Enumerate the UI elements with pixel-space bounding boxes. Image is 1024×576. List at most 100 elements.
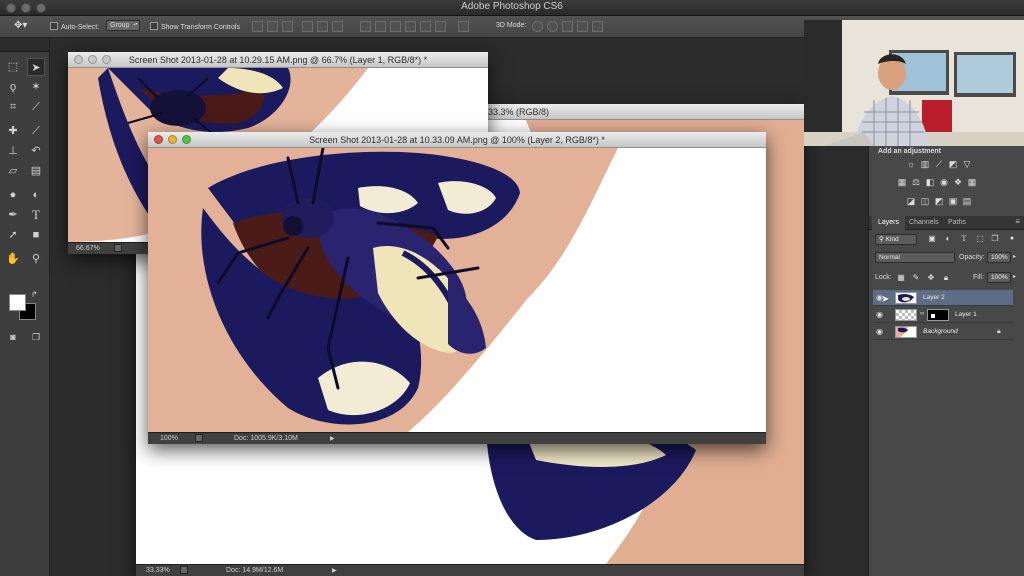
invert-icon[interactable]: ◪ [906, 196, 916, 206]
threshold-icon[interactable]: ◩ [934, 196, 944, 206]
foreground-color-swatch[interactable] [9, 294, 26, 311]
channel-mixer-icon[interactable]: ❖ [953, 177, 963, 187]
chain-link-icon[interactable]: ∞ [920, 311, 924, 317]
path-selection-tool-icon[interactable]: ➚ [4, 226, 22, 244]
3d-rotate-icon[interactable] [532, 21, 543, 32]
eye-icon[interactable]: ◉ [876, 328, 885, 336]
pen-tool-icon[interactable]: ✒ [4, 206, 22, 224]
hue-saturation-icon[interactable]: ▦ [897, 177, 907, 187]
screen-mode-icon[interactable]: ❐ [27, 328, 45, 346]
filter-toggle-icon[interactable]: ● [1007, 234, 1017, 244]
selective-color-icon[interactable]: ▣ [948, 196, 958, 206]
opacity-arrow-icon[interactable]: ▸ [1013, 253, 1016, 260]
filter-kind-dropdown[interactable]: ⚲ Kind [875, 234, 917, 245]
distribute-bottom-icon[interactable] [390, 21, 401, 32]
export-icon[interactable] [195, 434, 203, 442]
align-hcenter-icon[interactable] [317, 21, 328, 32]
move-tool-icon[interactable]: ➤ [27, 58, 45, 76]
distribute-right-icon[interactable] [435, 21, 446, 32]
filter-type-icon[interactable]: T [959, 234, 969, 244]
eye-icon[interactable]: ◉ [876, 311, 885, 319]
tools-panel-header[interactable] [0, 38, 49, 52]
curves-icon[interactable]: ⟋ [934, 159, 944, 169]
type-tool-icon[interactable]: T [27, 206, 45, 224]
history-brush-tool-icon[interactable]: ↶ [27, 142, 45, 160]
vibrance-icon[interactable]: ▽ [962, 159, 972, 169]
photo-filter-icon[interactable]: ◉ [939, 177, 949, 187]
healing-brush-tool-icon[interactable]: ✚ [4, 122, 22, 140]
posterize-icon[interactable]: ◫ [920, 196, 930, 206]
fill-input[interactable]: 100% [987, 272, 1011, 283]
align-left-icon[interactable] [302, 21, 313, 32]
lasso-tool-icon[interactable]: ϙ [4, 78, 22, 96]
lock-transparent-icon[interactable]: ▦ [896, 273, 906, 283]
fill-arrow-icon[interactable]: ▸ [1013, 273, 1016, 280]
export-icon[interactable] [180, 566, 188, 574]
filter-pixel-icon[interactable]: ▣ [927, 234, 937, 244]
3d-slide-icon[interactable] [577, 21, 588, 32]
eyedropper-tool-icon[interactable]: ⟋ [27, 98, 45, 116]
distribute-vcenter-icon[interactable] [375, 21, 386, 32]
rectangle-tool-icon[interactable]: ■ [27, 226, 45, 244]
gradient-map-icon[interactable]: ▤ [962, 196, 972, 206]
distribute-left-icon[interactable] [405, 21, 416, 32]
exposure-icon[interactable]: ◩ [948, 159, 958, 169]
align-vcenter-icon[interactable] [267, 21, 278, 32]
color-balance-icon[interactable]: ⚖ [911, 177, 921, 187]
tab-layers[interactable]: Layers [872, 216, 906, 230]
close-doc-button[interactable] [74, 55, 83, 64]
3d-scale-icon[interactable] [592, 21, 603, 32]
auto-select-checkbox[interactable]: Auto-Select: [50, 22, 99, 31]
status-arrow-icon[interactable]: ▶ [330, 435, 335, 442]
blur-tool-icon[interactable]: ● [4, 186, 22, 204]
export-icon[interactable] [114, 244, 122, 252]
black-white-icon[interactable]: ◧ [925, 177, 935, 187]
swap-colors-icon[interactable]: ↱ [31, 290, 38, 299]
3d-roll-icon[interactable] [547, 21, 558, 32]
blend-mode-dropdown[interactable]: Normal [875, 252, 955, 263]
quick-mask-icon[interactable]: ◙ [4, 328, 22, 346]
magic-wand-tool-icon[interactable]: ✶ [27, 78, 45, 96]
tab-paths[interactable]: Paths [942, 216, 972, 230]
brightness-icon[interactable]: ☼ [906, 159, 916, 169]
show-transform-checkbox[interactable]: Show Transform Controls [150, 22, 240, 31]
brush-tool-icon[interactable]: ⟋ [27, 122, 45, 140]
move-tool-preset-icon[interactable]: ✥▾ [14, 20, 27, 31]
align-right-icon[interactable] [332, 21, 343, 32]
auto-align-icon[interactable] [458, 21, 469, 32]
dodge-tool-icon[interactable]: ◐ [27, 186, 45, 204]
status-arrow-icon[interactable]: ▶ [332, 567, 337, 574]
tab-channels[interactable]: Channels [903, 216, 945, 230]
document-title-bar[interactable]: Screen Shot 2013-01-28 at 10.33.09 AM.pn… [148, 132, 766, 148]
hand-tool-icon[interactable]: ✋ [4, 250, 22, 268]
zoom-doc-button[interactable] [182, 135, 191, 144]
color-lookup-icon[interactable]: ▦ [967, 177, 977, 187]
document-title-bar[interactable]: Screen Shot 2013-01-28 at 10.29.15 AM.pn… [68, 52, 488, 68]
levels-icon[interactable]: ▥ [920, 159, 930, 169]
distribute-top-icon[interactable] [360, 21, 371, 32]
layer-row-layer-2[interactable]: ◉ Layer 2 [873, 290, 1013, 306]
zoom-doc-button[interactable] [102, 55, 111, 64]
marquee-tool-icon[interactable]: ⬚ [4, 58, 22, 76]
filter-smart-object-icon[interactable]: ❐ [990, 234, 1000, 244]
filter-adjustment-icon[interactable]: ◐ [943, 234, 953, 244]
panel-menu-icon[interactable]: ≡ [1015, 217, 1020, 226]
close-doc-button[interactable] [154, 135, 163, 144]
layer-row-background[interactable]: ◉ Background 🔒︎ [873, 324, 1013, 340]
minimize-doc-button[interactable] [168, 135, 177, 144]
filter-shape-icon[interactable]: ⬚ [975, 234, 985, 244]
document-window-2[interactable]: Screen Shot 2013-01-28 at 10.33.09 AM.pn… [148, 132, 766, 444]
crop-tool-icon[interactable]: ⌗ [4, 98, 22, 116]
clone-stamp-tool-icon[interactable]: ⊥ [4, 142, 22, 160]
eraser-tool-icon[interactable]: ▱ [4, 162, 22, 180]
align-bottom-icon[interactable] [282, 21, 293, 32]
minimize-doc-button[interactable] [88, 55, 97, 64]
opacity-input[interactable]: 100% [987, 252, 1011, 263]
align-top-icon[interactable] [252, 21, 263, 32]
lock-all-icon[interactable]: 🔒︎ [941, 273, 951, 283]
3d-pan-icon[interactable] [562, 21, 573, 32]
zoom-tool-icon[interactable]: ⚲ [27, 250, 45, 268]
document-canvas[interactable] [148, 148, 766, 432]
auto-select-dropdown[interactable]: Group [106, 20, 141, 31]
layer-row-layer-1[interactable]: ◉ ∞ Layer 1 [873, 307, 1013, 323]
